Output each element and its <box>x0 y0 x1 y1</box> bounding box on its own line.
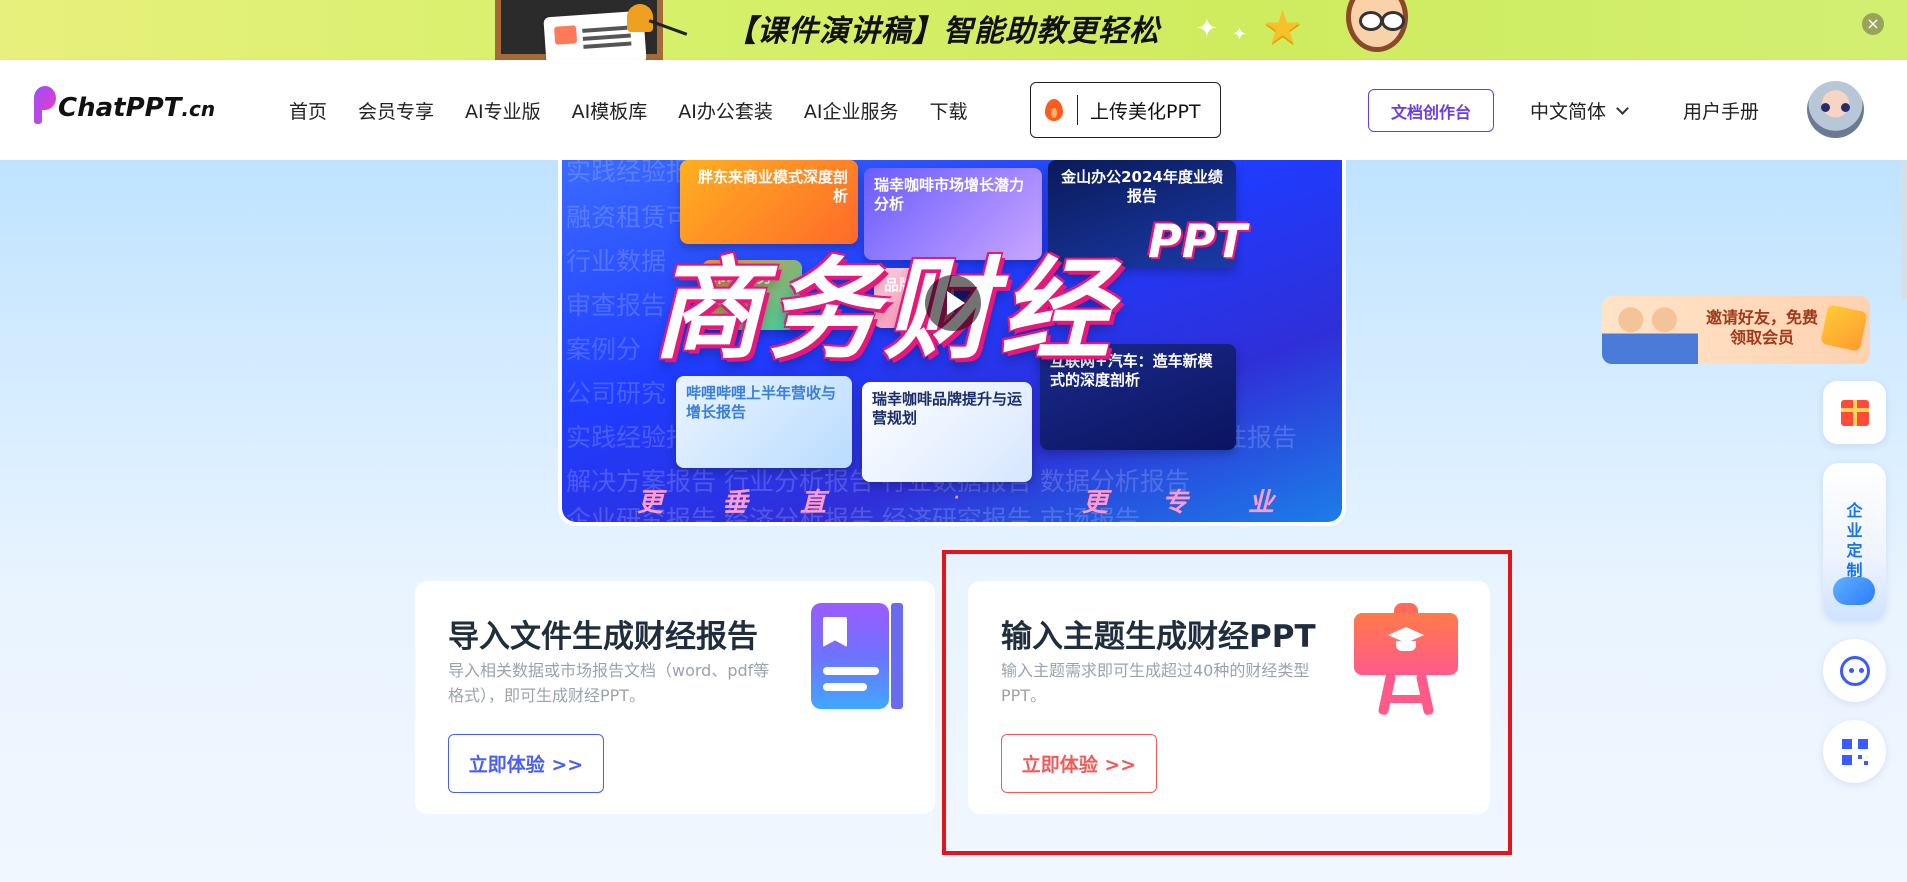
upload-beautify-button[interactable]: 上传美化PPT <box>1030 82 1221 138</box>
banner-slogan-dot: · <box>954 490 960 506</box>
logo-mark-icon <box>30 84 64 124</box>
banner-bg-word: 公司研究 <box>566 379 667 408</box>
top-navigation: ChatPPT.cn 首页 会员专享 AI专业版 AI模板库 AI办公套装 AI… <box>0 60 1907 160</box>
banner-bg-word: 案例分 <box>566 335 642 364</box>
banner-slogan-char: 垂 <box>722 488 749 518</box>
gift-box-icon <box>1820 304 1868 352</box>
banner-bg-word: 实践经验报 <box>566 423 692 452</box>
banner-bg-word: 行业数据 <box>566 247 667 276</box>
bell-icon <box>627 4 653 32</box>
chatbot-icon <box>1839 655 1870 686</box>
enterprise-custom-label: 企业定制 <box>1846 501 1863 580</box>
banner-slogan-char: 更 <box>637 488 664 518</box>
fire-icon <box>1045 99 1063 121</box>
nav-item-membership[interactable]: 会员专享 <box>358 97 434 124</box>
banner-slogan-char: 直 <box>800 488 827 518</box>
enterprise-custom-button[interactable]: 企业定制 <box>1823 463 1886 621</box>
language-select[interactable]: 中文简体 <box>1530 97 1629 124</box>
banner-bg-word: 审查报告 <box>566 291 667 320</box>
card-description: 导入相关数据或市场报告文档（word、pdf等格式），即可生成财经PPT。 <box>448 661 770 705</box>
nav-item-download[interactable]: 下载 <box>929 97 967 124</box>
chatbot-button[interactable] <box>1823 639 1886 702</box>
card-title: 导入文件生成财经报告 <box>448 619 758 655</box>
sparkle-icon: ✦ <box>1232 24 1248 45</box>
banner-slogan-char: 更 <box>1082 488 1109 518</box>
nav-item-ai-office-suite[interactable]: AI办公套装 <box>678 97 773 124</box>
star-icon: ★ <box>1262 0 1304 54</box>
logo-text: ChatPPT.cn <box>58 93 216 123</box>
divider <box>1077 95 1078 125</box>
doc-workspace-button[interactable]: 文档创作台 <box>1368 89 1494 132</box>
banner-title-suffix: PPT <box>1148 214 1247 268</box>
qr-code-button[interactable] <box>1823 720 1886 783</box>
promo-banner[interactable]: 【课件演讲稿】智能助教更轻松 ✦ ✦ ★ × <box>0 0 1907 60</box>
template-thumbnail: 哔哩哔哩上半年营收与增长报告 <box>676 376 852 468</box>
chevron-down-icon <box>1616 101 1629 115</box>
qr-code-icon <box>1841 738 1868 765</box>
logo[interactable]: ChatPPT.cn <box>30 80 215 124</box>
cloud-icon <box>1833 577 1875 605</box>
nav-links: 首页 会员专享 AI专业版 AI模板库 AI办公套装 AI企业服务 下载 <box>289 97 998 124</box>
nav-item-ai-templates[interactable]: AI模板库 <box>572 97 648 124</box>
scrollbar[interactable] <box>1901 160 1907 300</box>
nav-item-home[interactable]: 首页 <box>289 97 327 124</box>
kids-illustration <box>1602 296 1698 364</box>
close-icon[interactable]: × <box>1862 13 1884 35</box>
play-icon[interactable] <box>925 275 981 331</box>
banner-slogan-char: 专 <box>1162 488 1189 518</box>
banner-title: 商务财经 <box>652 246 1116 374</box>
language-label: 中文简体 <box>1530 101 1607 123</box>
book-icon <box>811 603 903 709</box>
gift-button[interactable] <box>1823 381 1886 444</box>
try-now-button[interactable]: 立即体验 >> <box>448 734 604 793</box>
invite-text: 邀请好友，免费领取会员 <box>1706 308 1819 347</box>
gift-icon <box>1840 399 1869 426</box>
video-banner[interactable]: 实践经验报告 融资租赁可 行业数据 审查报告 案例分 公司研究 实践经验报 解决… <box>558 160 1346 526</box>
promo-title: 【课件演讲稿】智能助教更轻松 <box>726 14 1160 49</box>
avatar[interactable] <box>1807 81 1864 138</box>
template-thumbnail: 瑞幸咖啡品牌提升与运营规划 <box>862 382 1032 482</box>
nav-item-ai-enterprise[interactable]: AI企业服务 <box>804 97 899 124</box>
user-manual-link[interactable]: 用户手册 <box>1683 97 1759 124</box>
banner-slogan-char: 业 <box>1248 488 1275 518</box>
import-file-card: 导入文件生成财经报告 导入相关数据或市场报告文档（word、pdf等格式），即可… <box>415 581 935 814</box>
nav-item-ai-pro[interactable]: AI专业版 <box>465 97 541 124</box>
highlight-box <box>942 550 1512 855</box>
kid-illustration <box>1346 0 1408 52</box>
invite-friends-banner[interactable]: 邀请好友，免费领取会员 <box>1602 296 1870 364</box>
upload-beautify-label: 上传美化PPT <box>1090 100 1201 123</box>
sparkle-icon: ✦ <box>1196 14 1218 44</box>
